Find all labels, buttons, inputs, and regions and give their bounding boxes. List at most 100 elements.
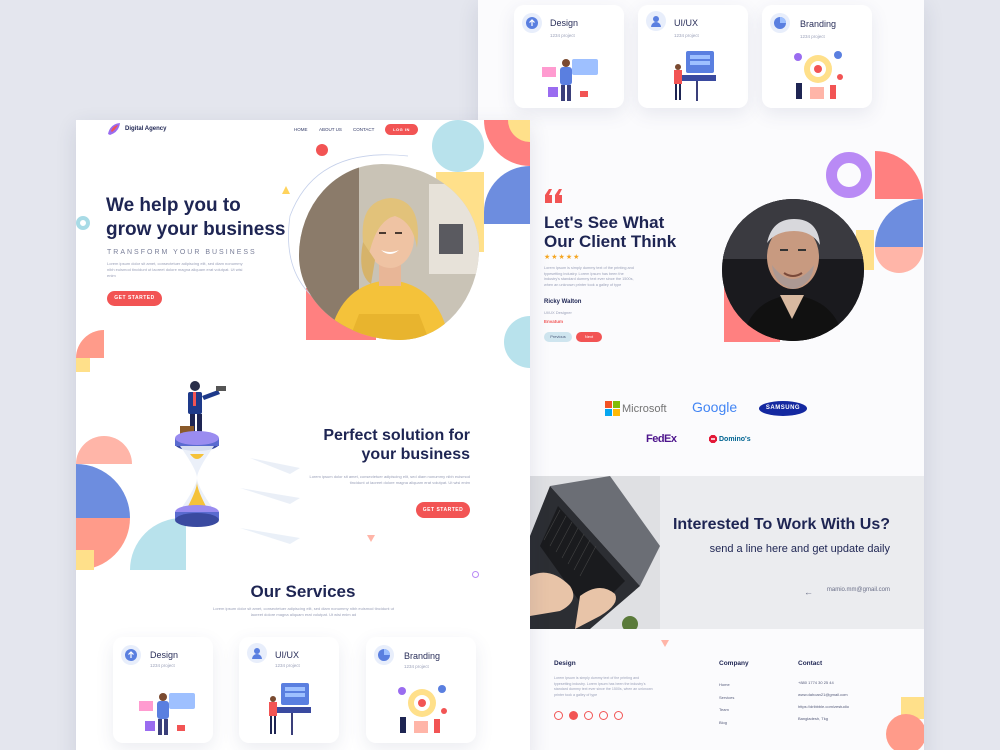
hero-get-started-button[interactable]: GET STARTED (107, 291, 162, 306)
testimonial-title-line2: Our Client Think (544, 232, 677, 251)
service-card-uiux-top[interactable]: UI/UX 1234 project (638, 5, 748, 108)
previous-button[interactable]: Previous (544, 332, 572, 342)
logo[interactable]: Digital Agency (106, 122, 166, 136)
card-title: Design (550, 18, 579, 28)
decor-blue-quarter-left (76, 464, 130, 518)
quote-icon (545, 189, 562, 203)
footer-brand-title: Design (554, 660, 576, 667)
client-role: UI/UX Designer (544, 310, 572, 315)
hero-title-line1: We help you to (106, 195, 241, 216)
client-photo (722, 199, 864, 341)
dominos-logo-icon (709, 435, 717, 443)
service-card-branding[interactable]: Branding 1234 project (366, 637, 476, 743)
contact-address: Bangladesh, Tkg (798, 716, 828, 721)
contact-email[interactable]: www.dahoan21@gmail.com (798, 689, 849, 701)
next-button[interactable]: Next (576, 332, 602, 342)
card-title: UI/UX (275, 650, 300, 660)
hero-title-line2: grow your business (106, 219, 286, 240)
designer-illustration (542, 59, 598, 101)
nav-contact[interactable]: CONTACT (353, 127, 374, 132)
card-title: Design (150, 650, 179, 660)
footer-company-links: Home Services Team Blog (719, 679, 734, 729)
decor-blue-quarter (484, 166, 530, 224)
designer-illustration (139, 693, 195, 735)
microsoft-logo-icon (605, 401, 620, 416)
service-card-branding-top[interactable]: Branding 1234 project (762, 5, 872, 108)
decor-quarter-red (875, 151, 923, 199)
dribbble-icon[interactable] (599, 711, 608, 720)
services-body: Lorem ipsum dolor sit amet, consectetuer… (213, 606, 394, 617)
instagram-icon[interactable] (614, 711, 623, 720)
left-page: Digital Agency HOME ABOUT US CONTACT LOG… (76, 120, 530, 750)
solution-get-started-button[interactable]: GET STARTED (416, 502, 470, 518)
card-subtitle: 1234 project (674, 33, 699, 38)
cta-title: Interested To Work With Us? (672, 516, 890, 533)
cta-email[interactable]: mamio.mm@gmail.com (827, 587, 890, 593)
upload-cloud-icon (522, 13, 542, 33)
contact-dribbble[interactable]: https://dribbble.com/zestudio (798, 701, 849, 713)
brand-name: Domino's (719, 435, 751, 443)
footer-contact-title: Contact (798, 660, 823, 667)
brand-dominos: Domino's (709, 435, 751, 443)
footer-link-blog[interactable]: Blog (719, 717, 734, 730)
client-company: Envatum (544, 319, 564, 324)
decor-yellow-small (76, 550, 94, 570)
card-subtitle: 1234 project (800, 34, 825, 39)
hero-subtitle: TRANSFORM YOUR BUSINESS (107, 249, 257, 256)
facebook-icon[interactable] (554, 711, 563, 720)
twitter-icon[interactable] (584, 711, 593, 720)
hourglass-businessman-illustration (175, 381, 300, 544)
decor-ring (826, 152, 872, 198)
rating-stars: ★★★★★ (544, 254, 581, 261)
card-title: Branding (404, 651, 441, 661)
social-icons (554, 711, 623, 720)
testimonial-title: Let's See What Our Client Think (544, 213, 676, 251)
person-icon (247, 643, 267, 663)
client-name: Ricky Walton (544, 299, 582, 305)
card-subtitle: 1234 project (150, 663, 175, 668)
hero-body: Lorem ipsum dolor sit amet, consectetuer… (107, 261, 243, 278)
footer-link-home[interactable]: Home (719, 679, 734, 692)
decor-teal-circle (432, 120, 484, 172)
nav-home[interactable]: HOME (294, 127, 308, 132)
cta-subtitle: send a line here and get update daily (709, 543, 890, 555)
laptop-photo (530, 476, 660, 629)
contact-phone: +880 1774 30 25 44 (798, 680, 834, 685)
footer-link-services[interactable]: Services (719, 692, 734, 705)
footer-link-team[interactable]: Team (719, 704, 734, 717)
decor-left-yellow (76, 358, 90, 372)
uiux-illustration (674, 51, 716, 101)
nav-about-us[interactable]: ABOUT US (319, 127, 342, 132)
card-subtitle: 1234 project (404, 664, 429, 669)
decor-footer-circle (886, 714, 924, 750)
solution-title-line2: your business (361, 446, 470, 463)
decor-triangle (367, 535, 375, 542)
testimonial-body: Lorem Ipsum is simply dummy text of the … (544, 266, 634, 287)
login-button[interactable]: LOG IN (385, 124, 418, 135)
person-icon (646, 11, 666, 31)
card-subtitle: 1234 project (275, 663, 300, 668)
solution-title: Perfect solution for your business (323, 426, 470, 464)
cta-banner: Interested To Work With Us? send a line … (530, 476, 924, 629)
decor-ring-left (76, 216, 90, 230)
upload-cloud-icon (121, 645, 141, 665)
service-card-design-top[interactable]: Design 1234 project (514, 5, 624, 108)
uiux-illustration (269, 683, 311, 735)
service-card-uiux[interactable]: UI/UX 1234 project (239, 637, 339, 743)
brand-name: Microsoft (622, 402, 667, 415)
service-card-design[interactable]: Design 1234 project (113, 637, 213, 743)
youtube-icon[interactable] (569, 711, 578, 720)
testimonial-title-line1: Let's See What (544, 213, 665, 232)
arrow-left-icon[interactable]: ← (804, 587, 813, 597)
logo-text: Digital Agency (125, 126, 167, 132)
brand-samsung: SAMSUNG (759, 401, 807, 416)
decor-triangle (661, 640, 669, 647)
decor-teal-half (504, 316, 530, 368)
branding-illustration (398, 685, 447, 733)
brand-fedex: FedEx (646, 433, 677, 445)
decor-quarter-blue (875, 199, 923, 247)
hero-title: We help you to grow your business (106, 194, 285, 242)
brand-google: Google (692, 399, 738, 415)
card-title: UI/UX (674, 18, 699, 28)
card-subtitle: 1234 project (550, 33, 575, 38)
